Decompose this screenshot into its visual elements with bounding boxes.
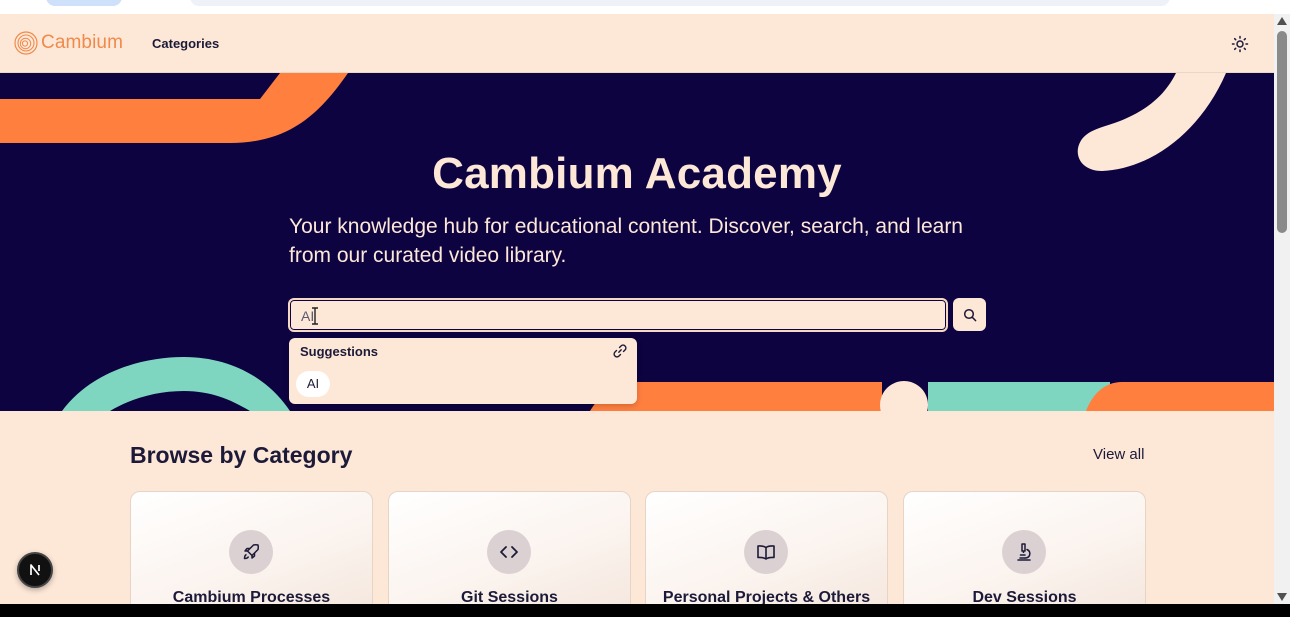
search-field[interactable] (288, 298, 948, 332)
link-icon[interactable] (612, 343, 628, 359)
book-open-icon (757, 545, 775, 560)
microscope-icon (1017, 543, 1031, 561)
hero-banner: Cambium Academy Your knowledge hub for e… (0, 73, 1274, 411)
suggestion-chip[interactable]: AI (296, 371, 330, 397)
search-input[interactable] (301, 307, 921, 325)
code-icon (500, 546, 518, 558)
scrollbar-thumb[interactable] (1277, 31, 1287, 233)
category-card-title: Cambium Processes (172, 589, 331, 604)
scroll-up-arrow-icon[interactable] (1277, 17, 1287, 25)
vertical-scrollbar[interactable] (1274, 14, 1290, 604)
page-viewport: Cambium Categories Cambium Academy Your … (0, 14, 1274, 604)
category-card-git-sessions[interactable]: Git Sessions (388, 491, 631, 604)
text-cursor-icon (312, 307, 318, 325)
scroll-down-arrow-icon[interactable] (1277, 593, 1287, 601)
card-icon-badge (744, 530, 788, 574)
rocket-icon (243, 544, 259, 560)
logo-text: Cambium (41, 32, 123, 53)
category-card-dev-sessions[interactable]: Dev Sessions (903, 491, 1146, 604)
category-card-title: Dev Sessions (972, 589, 1077, 604)
bottom-bar (0, 604, 1290, 617)
category-card-personal-projects[interactable]: Personal Projects & Others (645, 491, 888, 604)
n-logo-icon (30, 564, 40, 576)
logo[interactable]: Cambium (14, 31, 123, 55)
suggestions-dropdown: Suggestions AI (289, 338, 637, 404)
nextjs-dev-badge[interactable] (17, 552, 53, 588)
hero-subtitle: Your knowledge hub for educational conte… (289, 215, 963, 267)
card-icon-badge (487, 530, 531, 574)
sun-icon[interactable] (1231, 35, 1249, 53)
search-button[interactable] (953, 298, 986, 331)
category-card-title: Git Sessions (461, 589, 558, 604)
browser-address-bar[interactable] (190, 0, 1170, 6)
cambium-logo-icon (14, 31, 38, 55)
card-icon-badge (229, 530, 273, 574)
hero-title: Cambium Academy (432, 149, 842, 198)
browser-toolbar (0, 0, 1290, 14)
search-icon (963, 308, 976, 321)
category-card-title: Personal Projects & Others (662, 589, 871, 604)
card-icon-badge (1002, 530, 1046, 574)
browser-tab[interactable] (46, 0, 122, 6)
nav-link-categories[interactable]: Categories (152, 36, 219, 51)
section-title: Browse by Category (130, 442, 353, 468)
suggestions-header: Suggestions (300, 344, 379, 359)
navbar: Cambium Categories (0, 14, 1274, 73)
category-card-cambium-processes[interactable]: Cambium Processes (130, 491, 373, 604)
view-all-link[interactable]: View all (1093, 446, 1144, 463)
